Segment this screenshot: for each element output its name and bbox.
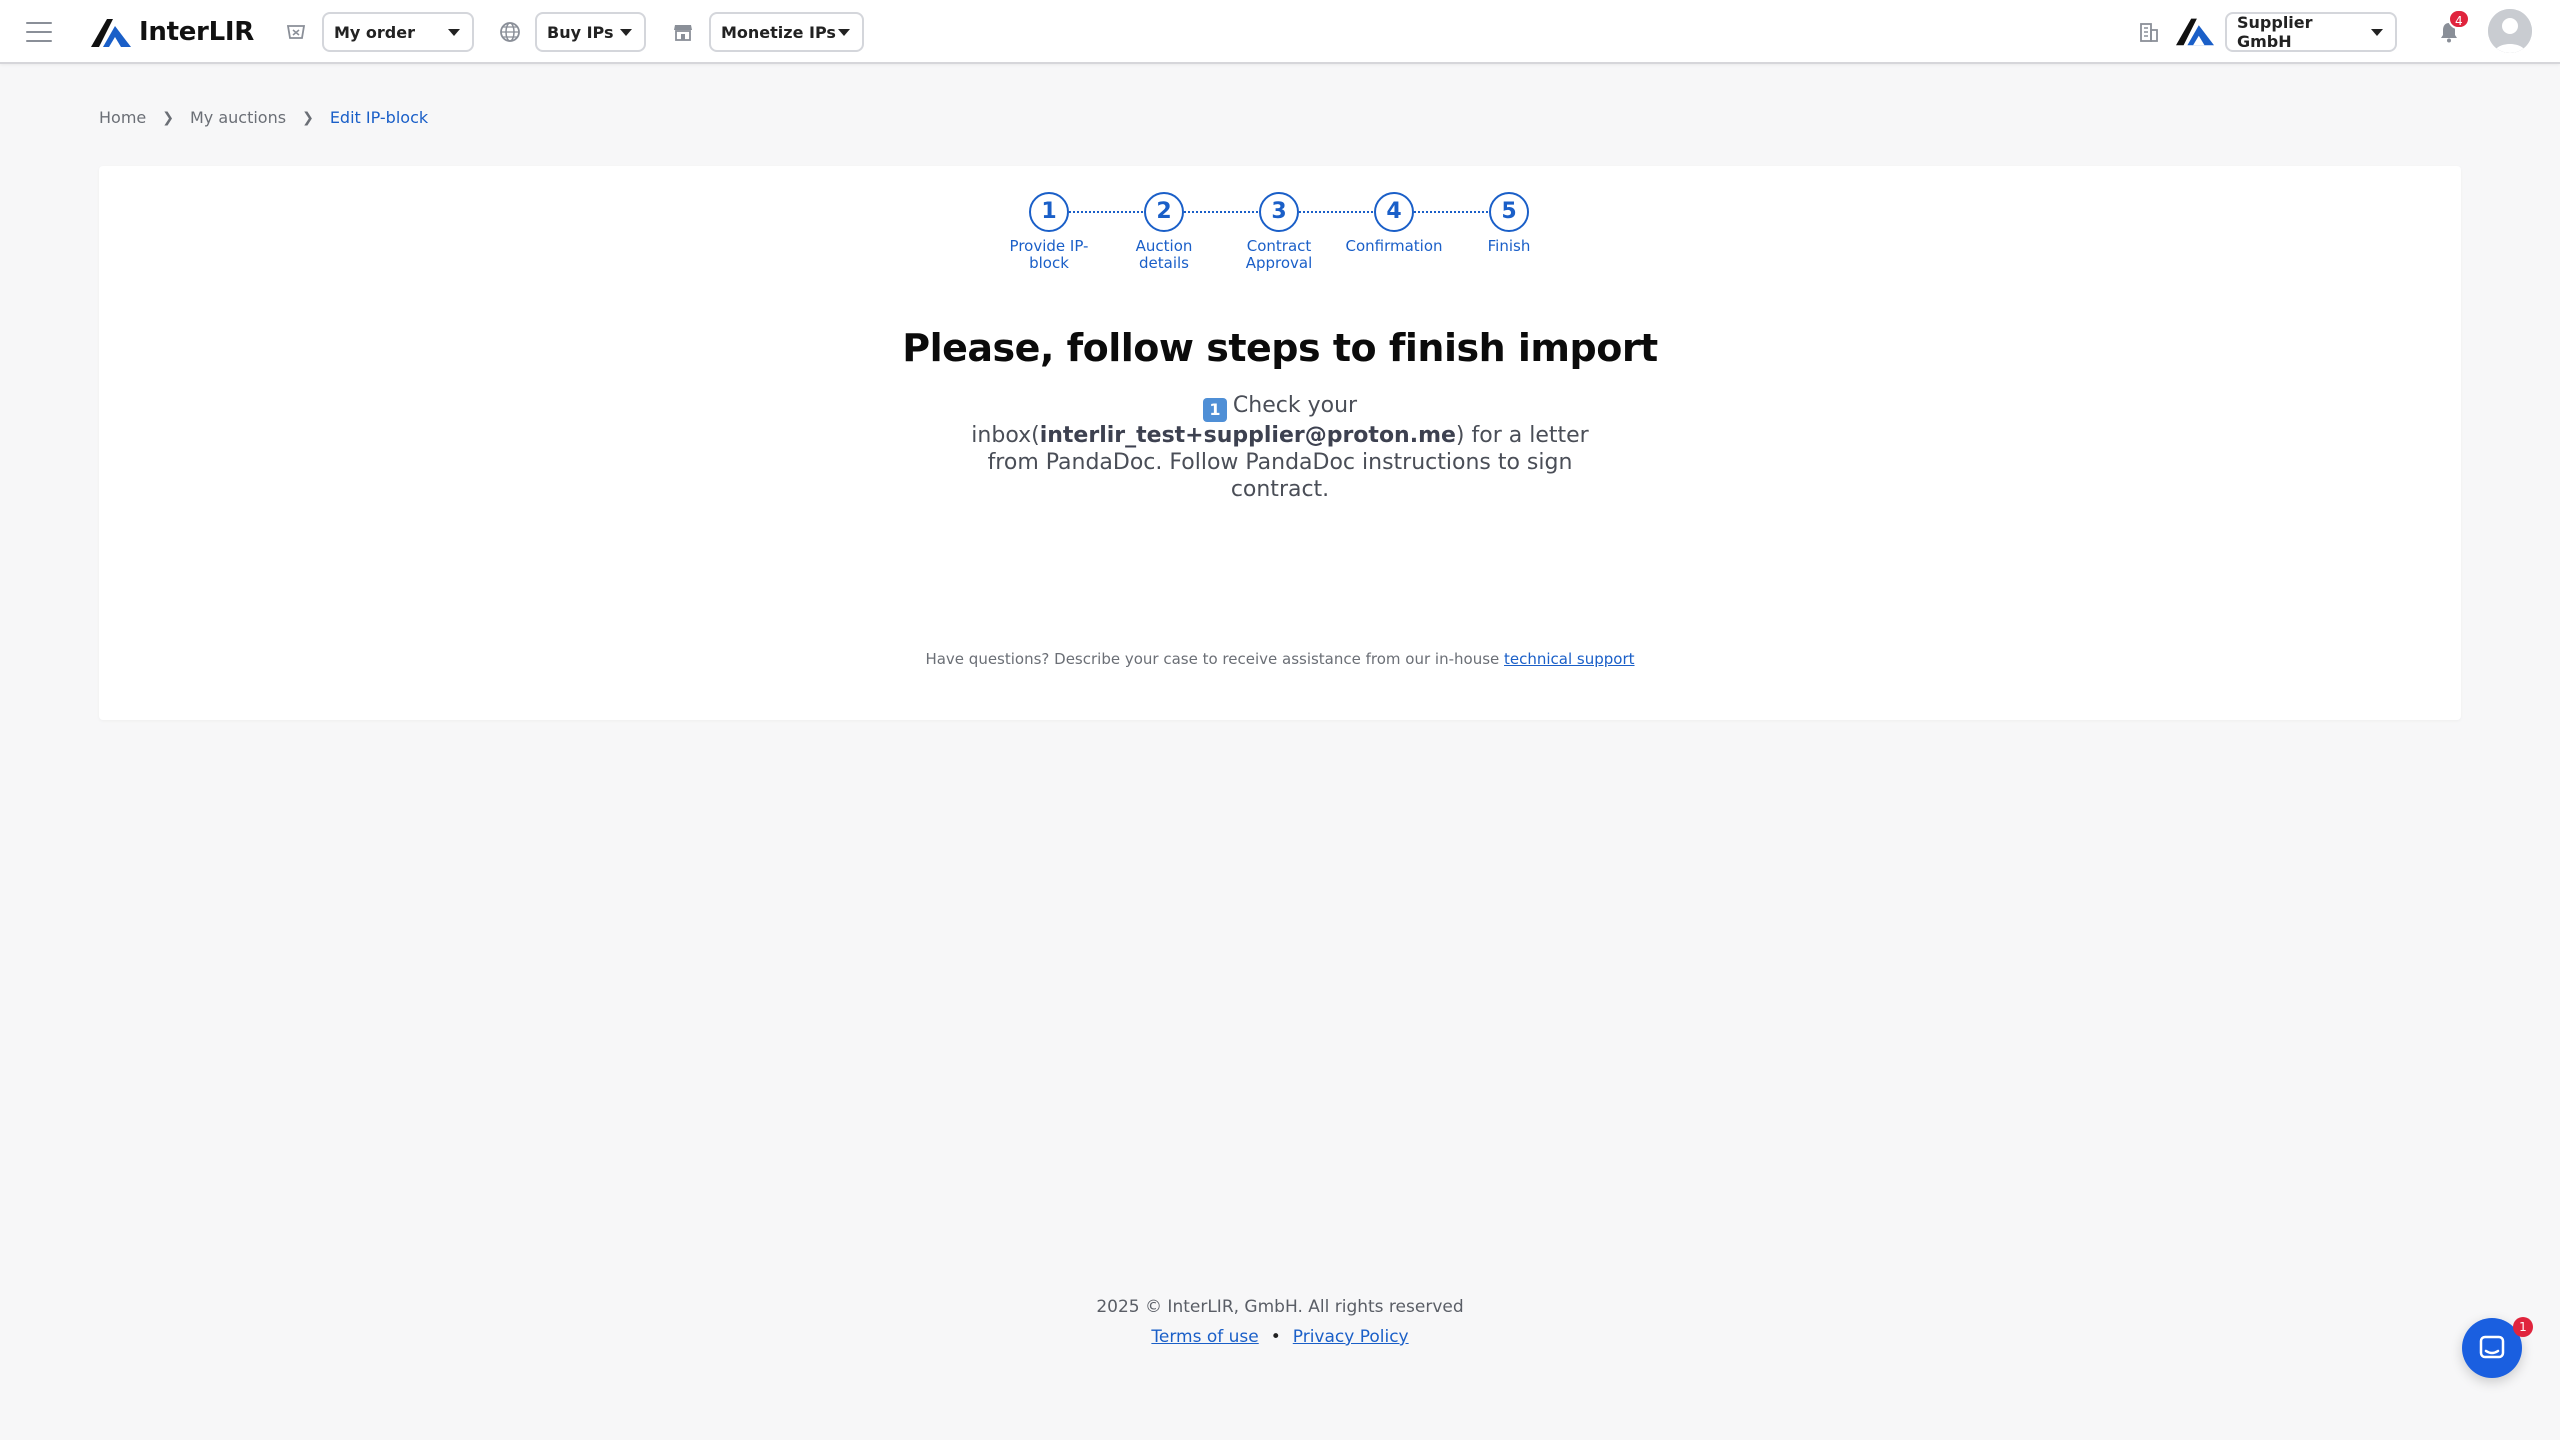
monetize-ips-dropdown[interactable]: Monetize IPs xyxy=(709,12,864,52)
my-order-dropdown[interactable]: My order xyxy=(322,12,474,52)
terms-link[interactable]: Terms of use xyxy=(1151,1327,1258,1347)
copyright: 2025 © InterLIR, GmbH. All rights reserv… xyxy=(1096,1297,1464,1317)
globe-icon xyxy=(500,22,520,42)
company-logo-icon xyxy=(2176,18,2214,46)
step-number: 5 xyxy=(1489,192,1529,232)
step-label: Confirmation xyxy=(1345,237,1443,255)
keycap-one-icon: 1 xyxy=(1202,398,1227,422)
top-navbar: InterLIR My order Buy IPs Monetize IPs S… xyxy=(0,0,2560,64)
footer-separator: • xyxy=(1270,1327,1281,1347)
help-prefix: Have questions? Describe your case to re… xyxy=(925,650,1505,668)
step-1: 1 Provide IP-block xyxy=(984,192,1114,272)
step-5: 5 Finish xyxy=(1444,192,1574,255)
cart-icon xyxy=(286,25,306,39)
technical-support-link[interactable]: technical support xyxy=(1504,650,1635,668)
page-title: Please, follow steps to finish import xyxy=(902,326,1658,370)
step-2: 2 Auction details xyxy=(1099,192,1229,272)
menu-icon[interactable] xyxy=(26,22,52,42)
step-label: Contract Approval xyxy=(1245,237,1313,272)
step-number: 1 xyxy=(1029,192,1069,232)
buy-ips-label: Buy IPs xyxy=(547,22,614,42)
breadcrumb: Home ❯ My auctions ❯ Edit IP-block xyxy=(99,108,428,127)
notifications-badge: 4 xyxy=(2448,9,2470,29)
stepper: 1 Provide IP-block 2 Auction details 3 C… xyxy=(99,192,2461,282)
breadcrumb-my-auctions[interactable]: My auctions xyxy=(190,108,286,127)
step-number: 4 xyxy=(1374,192,1414,232)
breadcrumb-home[interactable]: Home xyxy=(99,108,146,127)
building-icon xyxy=(2140,23,2158,42)
user-email: interlir_test+supplier@proton.me xyxy=(1039,423,1456,448)
logo[interactable]: InterLIR xyxy=(91,14,254,50)
chevron-down-icon xyxy=(620,28,632,36)
store-icon xyxy=(674,25,692,41)
brand-name: InterLIR xyxy=(139,17,254,47)
step-number: 3 xyxy=(1259,192,1299,232)
my-order-label: My order xyxy=(334,22,415,42)
monetize-ips-label: Monetize IPs xyxy=(721,22,836,42)
step-3: 3 Contract Approval xyxy=(1214,192,1344,272)
company-label: Supplier GmbH xyxy=(2237,13,2313,51)
chevron-down-icon xyxy=(2371,28,2383,36)
company-dropdown[interactable]: Supplier GmbH xyxy=(2225,12,2397,52)
chevron-down-icon xyxy=(448,28,460,36)
footer-links: Terms of use • Privacy Policy xyxy=(0,1327,2560,1347)
breadcrumb-current: Edit IP-block xyxy=(329,108,429,127)
step-4: 4 Confirmation xyxy=(1329,192,1459,255)
interlir-logo-icon xyxy=(91,19,131,47)
instruction-text: 1 Check your inbox(interlir_test+supplier… xyxy=(960,392,1600,503)
step-label: Provide IP-block xyxy=(1009,237,1089,272)
chevron-right-icon: ❯ xyxy=(302,109,314,126)
chevron-right-icon: ❯ xyxy=(162,109,174,126)
user-icon xyxy=(2488,9,2532,53)
help-text: Have questions? Describe your case to re… xyxy=(99,650,2461,668)
chevron-down-icon xyxy=(838,28,850,36)
avatar[interactable] xyxy=(2488,9,2532,53)
privacy-link[interactable]: Privacy Policy xyxy=(1293,1327,1409,1347)
import-card: 1 Provide IP-block 2 Auction details 3 C… xyxy=(99,166,2461,720)
step-label: Auction details xyxy=(1135,237,1193,272)
step-number: 2 xyxy=(1144,192,1184,232)
chat-badge: 1 xyxy=(2513,1317,2533,1337)
step-label: Finish xyxy=(1487,237,1531,255)
buy-ips-dropdown[interactable]: Buy IPs xyxy=(535,12,646,52)
